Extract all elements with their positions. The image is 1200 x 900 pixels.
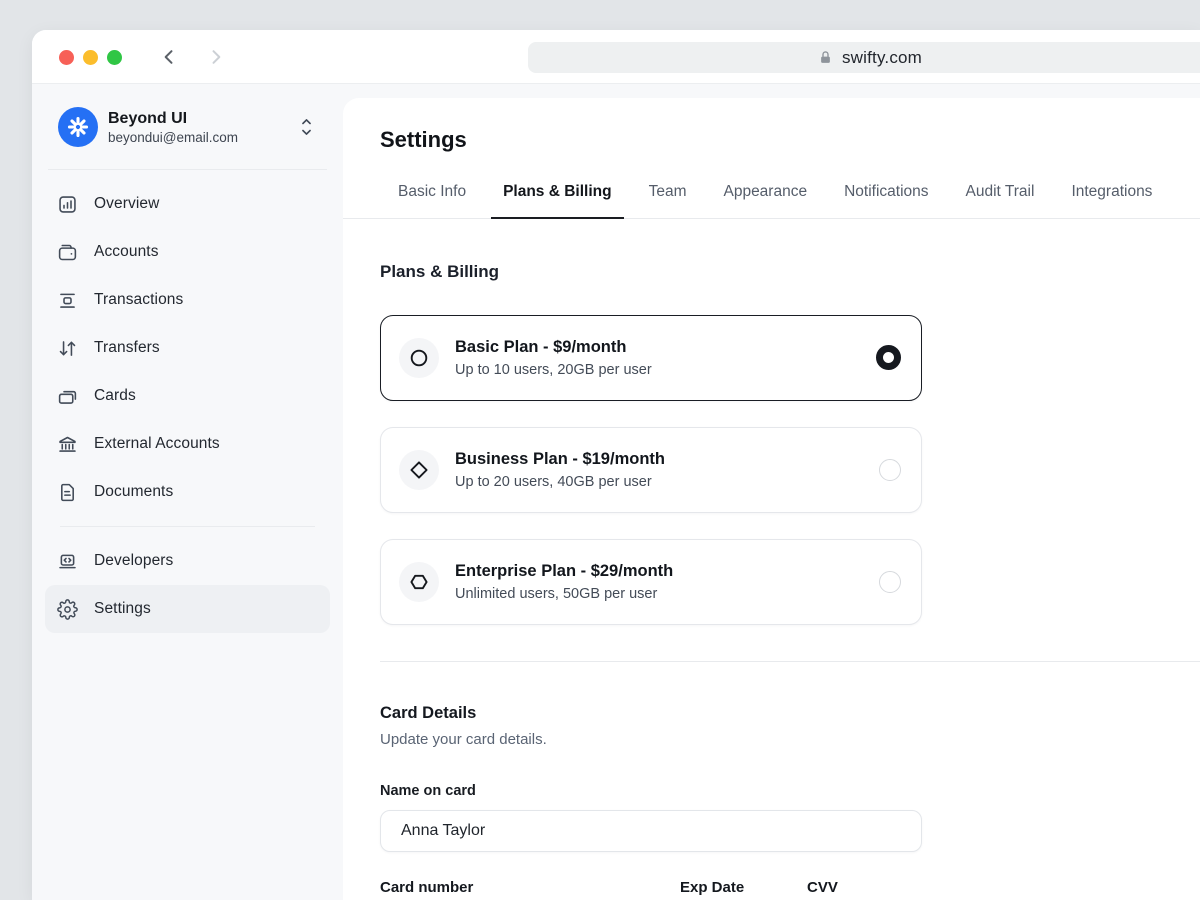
tab-notifications[interactable]: Notifications xyxy=(832,182,940,219)
plan-text: Business Plan - $19/month Up to 20 users… xyxy=(455,447,665,493)
chevron-up-down-icon xyxy=(298,114,315,140)
sidebar: Beyond UI beyondui@email.com Overview xyxy=(32,84,343,900)
address-bar[interactable]: swifty.com xyxy=(528,42,1200,73)
gear-icon xyxy=(57,599,78,620)
name-on-card-input[interactable] xyxy=(380,810,922,852)
sidebar-item-label: Accounts xyxy=(94,243,159,261)
transfers-arrows-icon xyxy=(57,338,78,359)
account-name: Beyond UI xyxy=(108,108,238,129)
account-switcher[interactable]: Beyond UI beyondui@email.com xyxy=(48,84,327,170)
circle-icon xyxy=(399,338,439,378)
document-icon xyxy=(57,482,78,503)
sidebar-item-label: Cards xyxy=(94,387,136,405)
account-info: Beyond UI beyondui@email.com xyxy=(108,108,238,147)
main-panel: Settings Basic Info Plans & Billing Team… xyxy=(343,98,1200,900)
plan-radio[interactable] xyxy=(879,459,901,481)
cards-icon xyxy=(57,386,78,407)
wallet-icon xyxy=(57,242,78,263)
diamond-icon xyxy=(399,450,439,490)
plan-text: Basic Plan - $9/month Up to 10 users, 20… xyxy=(455,335,652,381)
plan-card-business[interactable]: Business Plan - $19/month Up to 20 users… xyxy=(380,427,922,513)
card-fields-labels-row: Card number Exp Date CVV xyxy=(380,879,922,896)
settings-tabs: Basic Info Plans & Billing Team Appearan… xyxy=(343,182,1200,219)
url-text: swifty.com xyxy=(842,48,922,68)
browser-forward-button[interactable] xyxy=(204,45,228,69)
plan-title: Enterprise Plan - $29/month xyxy=(455,559,673,583)
exp-date-label: Exp Date xyxy=(680,879,807,896)
plan-card-basic[interactable]: Basic Plan - $9/month Up to 10 users, 20… xyxy=(380,315,922,401)
hexagon-icon xyxy=(399,562,439,602)
minimize-window-button[interactable] xyxy=(83,50,98,65)
page-title: Settings xyxy=(380,125,1200,155)
plan-subtitle: Up to 10 users, 20GB per user xyxy=(455,360,652,381)
bar-chart-icon xyxy=(57,194,78,215)
sidebar-item-label: Transactions xyxy=(94,291,183,309)
chevron-right-icon xyxy=(206,47,226,67)
card-number-label: Card number xyxy=(380,879,680,896)
sidebar-item-documents[interactable]: Documents xyxy=(45,468,330,516)
tab-content: Plans & Billing Basic Plan - $9/month Up… xyxy=(343,260,1200,896)
section-title: Plans & Billing xyxy=(380,260,1200,284)
card-details-subtitle: Update your card details. xyxy=(380,729,1200,751)
tab-audit-trail[interactable]: Audit Trail xyxy=(954,182,1047,219)
sidebar-item-cards[interactable]: Cards xyxy=(45,372,330,420)
plan-subtitle: Up to 20 users, 40GB per user xyxy=(455,472,665,493)
browser-back-button[interactable] xyxy=(157,45,181,69)
sidebar-item-label: Transfers xyxy=(94,339,160,357)
sidebar-item-developers[interactable]: Developers xyxy=(45,537,330,585)
browser-window: swifty.com Beyond UI beyondui@email.com xyxy=(32,30,1200,900)
sidebar-item-label: Developers xyxy=(94,552,173,570)
tab-appearance[interactable]: Appearance xyxy=(711,182,819,219)
bank-icon xyxy=(57,434,78,455)
tab-plans-billing[interactable]: Plans & Billing xyxy=(491,182,624,219)
tab-team[interactable]: Team xyxy=(637,182,699,219)
sidebar-item-accounts[interactable]: Accounts xyxy=(45,228,330,276)
plan-title: Basic Plan - $9/month xyxy=(455,335,652,359)
avatar xyxy=(58,107,98,147)
plan-text: Enterprise Plan - $29/month Unlimited us… xyxy=(455,559,673,605)
sidebar-nav: Overview Accounts Transactions Transfers xyxy=(32,170,343,633)
close-window-button[interactable] xyxy=(59,50,74,65)
sidebar-divider xyxy=(60,526,315,527)
plan-radio[interactable] xyxy=(879,571,901,593)
sidebar-item-transfers[interactable]: Transfers xyxy=(45,324,330,372)
tab-integrations[interactable]: Integrations xyxy=(1059,182,1164,219)
lock-icon xyxy=(818,50,833,65)
plan-subtitle: Unlimited users, 50GB per user xyxy=(455,584,673,605)
plan-list: Basic Plan - $9/month Up to 10 users, 20… xyxy=(380,315,922,625)
sidebar-item-label: Documents xyxy=(94,483,173,501)
section-divider xyxy=(380,661,1200,662)
sidebar-item-settings[interactable]: Settings xyxy=(45,585,330,633)
plan-title: Business Plan - $19/month xyxy=(455,447,665,471)
developers-laptop-icon xyxy=(57,551,78,572)
tab-basic-info[interactable]: Basic Info xyxy=(386,182,478,219)
sidebar-item-external-accounts[interactable]: External Accounts xyxy=(45,420,330,468)
window-controls xyxy=(59,50,122,65)
sidebar-item-transactions[interactable]: Transactions xyxy=(45,276,330,324)
sidebar-item-label: Overview xyxy=(94,195,159,213)
sidebar-item-label: External Accounts xyxy=(94,435,220,453)
chevron-left-icon xyxy=(159,47,179,67)
name-on-card-label: Name on card xyxy=(380,781,1200,801)
plan-radio-selected[interactable] xyxy=(876,345,901,370)
browser-chrome: swifty.com xyxy=(32,30,1200,84)
transactions-icon xyxy=(57,290,78,311)
flower-logo-icon xyxy=(66,115,90,139)
cvv-label: CVV xyxy=(807,879,838,896)
card-details-title: Card Details xyxy=(380,701,1200,725)
maximize-window-button[interactable] xyxy=(107,50,122,65)
sidebar-item-label: Settings xyxy=(94,600,151,618)
plan-card-enterprise[interactable]: Enterprise Plan - $29/month Unlimited us… xyxy=(380,539,922,625)
sidebar-item-overview[interactable]: Overview xyxy=(45,180,330,228)
account-email: beyondui@email.com xyxy=(108,129,238,147)
